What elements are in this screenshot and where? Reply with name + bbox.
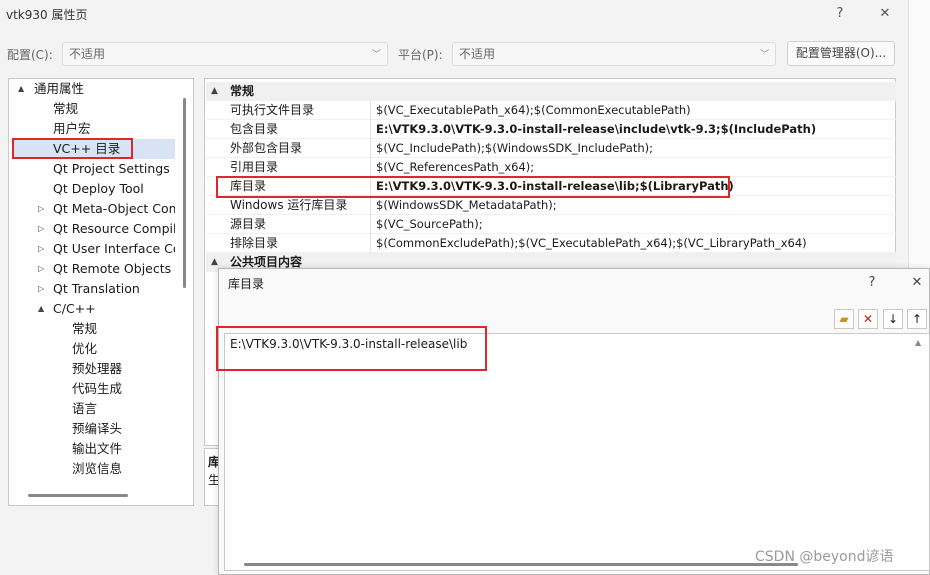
grid-row-name: 源目录 <box>230 217 267 231</box>
tree-item-cpp-optimization[interactable]: 优化 <box>72 339 97 359</box>
grid-row[interactable]: Windows 运行库目录 $(WindowsSDK_MetadataPath)… <box>206 196 896 215</box>
expand-arrow-icon[interactable]: ▷ <box>38 259 44 279</box>
tree-item-cpp-output-files[interactable]: 输出文件 <box>72 439 122 459</box>
tree-item-qt-project-settings[interactable]: Qt Project Settings <box>53 159 170 179</box>
dialog-help-button[interactable]: ? <box>860 272 884 294</box>
grid-row-name: 包含目录 <box>230 122 279 136</box>
tree-item-cpp-preprocessor[interactable]: 预处理器 <box>72 359 122 379</box>
delete-line-icon[interactable]: ✕ <box>858 309 878 329</box>
tree-item-cpp-browse-info[interactable]: 浏览信息 <box>72 459 122 479</box>
scroll-up-arrow-icon[interactable]: ▲ <box>915 338 921 347</box>
tree-item-cpp-codegen[interactable]: 代码生成 <box>72 379 122 399</box>
new-line-folder-icon[interactable]: ▰ <box>834 309 854 329</box>
grid-category-general[interactable]: ▲ 常规 <box>206 82 896 101</box>
tree-item-qt-meta-object[interactable]: Qt Meta-Object Com <box>53 199 175 219</box>
list-horizontal-scrollbar[interactable] <box>244 563 798 566</box>
grid-row-value: $(WindowsSDK_MetadataPath); <box>376 198 557 212</box>
chevron-down-icon: ﹀ <box>759 50 769 60</box>
collapse-arrow-icon[interactable]: ▲ <box>211 253 218 272</box>
grid-row[interactable]: 引用目录 $(VC_ReferencesPath_x64); <box>206 158 896 177</box>
grid-row[interactable]: 可执行文件目录 $(VC_ExecutablePath_x64);$(Commo… <box>206 101 896 120</box>
config-value: 不适用 <box>69 47 106 61</box>
highlight-box-library-directories <box>216 176 730 198</box>
grid-row[interactable]: 排除目录 $(CommonExcludePath);$(VC_Executabl… <box>206 234 896 253</box>
highlight-box-vc-directories <box>12 138 133 159</box>
close-button[interactable]: ✕ <box>873 3 897 25</box>
tree-item-user-macros[interactable]: 用户宏 <box>53 119 91 139</box>
tree-item-cpp-general[interactable]: 常规 <box>72 319 97 339</box>
grid-row-name: Windows 运行库目录 <box>230 198 348 212</box>
collapse-arrow-icon[interactable]: ▲ <box>18 79 24 99</box>
tree-vertical-scrollbar[interactable] <box>183 98 186 288</box>
help-button[interactable]: ? <box>828 3 852 25</box>
move-down-arrow-icon[interactable]: ↓ <box>883 309 903 329</box>
grid-row-name: 排除目录 <box>230 236 279 250</box>
move-up-arrow-icon[interactable]: ↑ <box>907 309 927 329</box>
tree-item-qt-resource-compiler[interactable]: Qt Resource Compile <box>53 219 175 239</box>
grid-row[interactable]: 外部包含目录 $(VC_IncludePath);$(WindowsSDK_In… <box>206 139 896 158</box>
tree-item-qt-user-interface[interactable]: Qt User Interface Co <box>53 239 175 259</box>
tree-item-common-properties[interactable]: 通用属性 <box>34 79 84 99</box>
grid-row-value: $(VC_SourcePath); <box>376 217 483 231</box>
window-edge <box>908 0 930 268</box>
grid-row-value: $(VC_IncludePath);$(WindowsSDK_IncludePa… <box>376 141 654 155</box>
expand-arrow-icon[interactable]: ▷ <box>38 219 44 239</box>
dialog-title: 库目录 <box>228 277 265 291</box>
tree-item-cpp-precompiled-headers[interactable]: 预编译头 <box>72 419 122 439</box>
highlight-box-dialog-path <box>216 326 487 371</box>
platform-value: 不适用 <box>459 47 496 61</box>
grid-row[interactable]: 源目录 $(VC_SourcePath); <box>206 215 896 234</box>
tree-item-cpp[interactable]: C/C++ <box>53 299 96 319</box>
grid-row-name: 外部包含目录 <box>230 141 303 155</box>
grid-row-value: E:\VTK9.3.0\VTK-9.3.0-install-release\in… <box>376 122 817 136</box>
grid-row-name: 可执行文件目录 <box>230 103 315 117</box>
grid-row-value: $(VC_ExecutablePath_x64);$(CommonExecuta… <box>376 103 691 117</box>
grid-row-value: $(VC_ReferencesPath_x64); <box>376 160 535 174</box>
chevron-down-icon: ﹀ <box>371 50 381 60</box>
expand-arrow-icon[interactable]: ▷ <box>38 199 44 219</box>
platform-label: 平台(P): <box>398 48 443 62</box>
window-title: vtk930 属性页 <box>6 8 88 22</box>
dialog-close-button[interactable]: ✕ <box>905 272 929 294</box>
tree-item-general[interactable]: 常规 <box>53 99 78 119</box>
config-select[interactable]: 不适用 ﹀ <box>62 42 388 66</box>
config-manager-button[interactable]: 配置管理器(O)... <box>787 41 895 66</box>
collapse-arrow-icon[interactable]: ▲ <box>38 299 44 319</box>
tree-item-qt-translation[interactable]: Qt Translation <box>53 279 140 299</box>
expand-arrow-icon[interactable]: ▷ <box>38 279 44 299</box>
config-label: 配置(C): <box>7 48 53 62</box>
tree-item-cpp-language[interactable]: 语言 <box>72 399 97 419</box>
grid-row-name: 引用目录 <box>230 160 279 174</box>
expand-arrow-icon[interactable]: ▷ <box>38 239 44 259</box>
tree-item-qt-deploy-tool[interactable]: Qt Deploy Tool <box>53 179 144 199</box>
grid-row-value: $(CommonExcludePath);$(VC_ExecutablePath… <box>376 236 807 250</box>
tree-item-qt-remote-objects[interactable]: Qt Remote Objects C <box>53 259 175 279</box>
platform-select[interactable]: 不适用 ﹀ <box>452 42 776 66</box>
collapse-arrow-icon[interactable]: ▲ <box>211 82 218 101</box>
watermark: CSDN @beyond谚语 <box>755 549 894 565</box>
grid-row[interactable]: 包含目录 E:\VTK9.3.0\VTK-9.3.0-install-relea… <box>206 120 896 139</box>
tree-horizontal-scrollbar[interactable] <box>28 494 128 497</box>
